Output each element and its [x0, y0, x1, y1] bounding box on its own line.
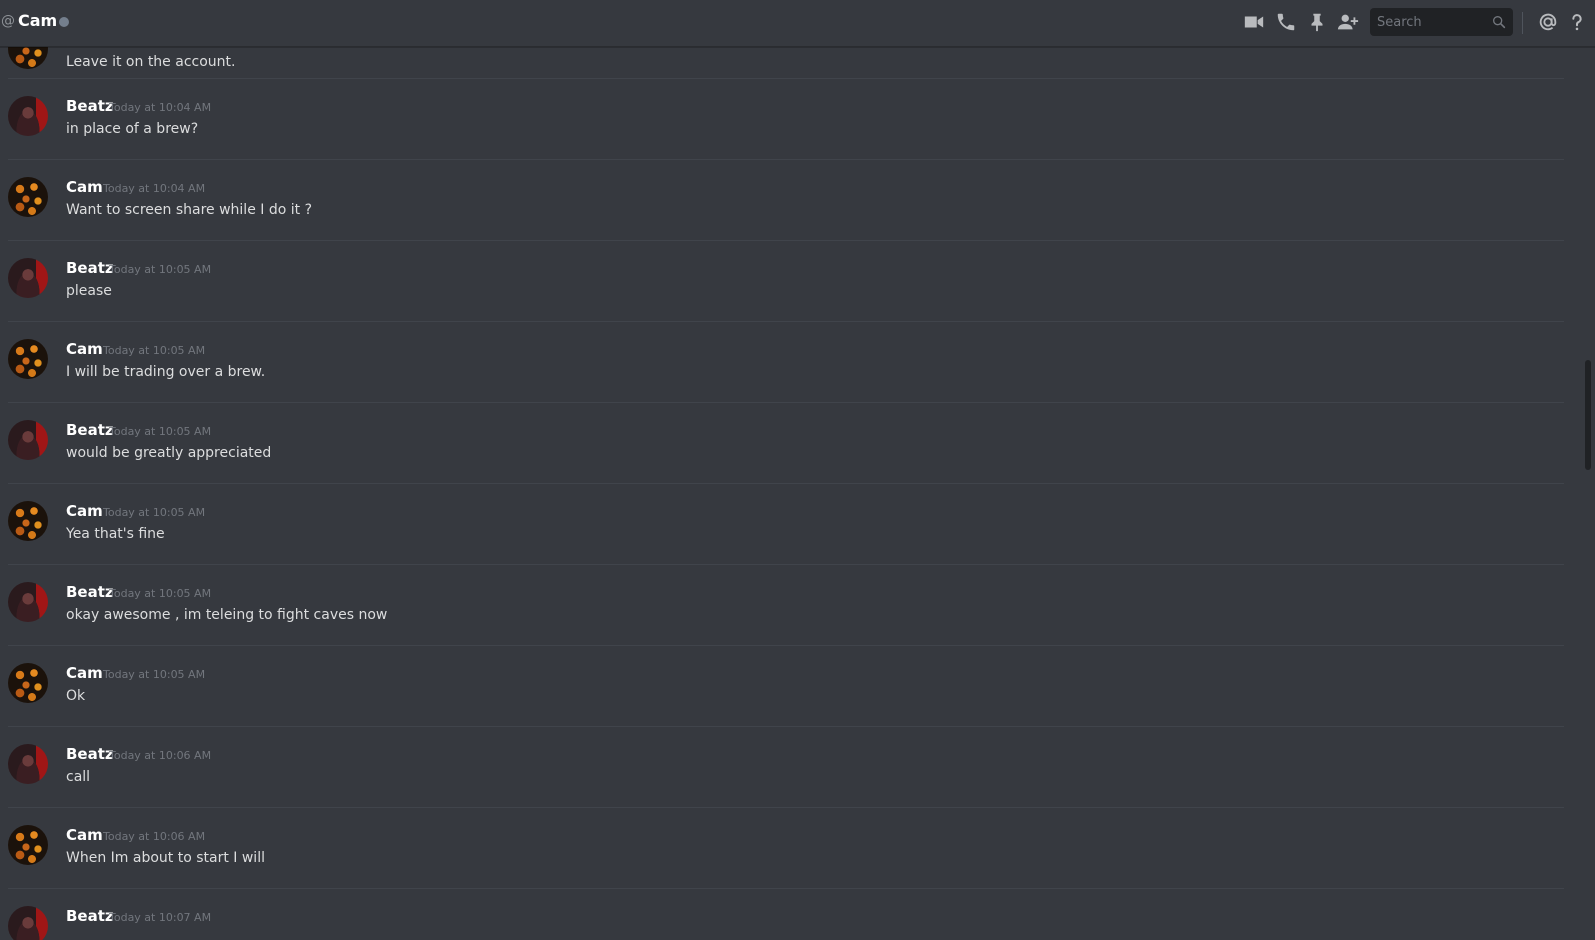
- message-content: Yea that's fine: [66, 526, 165, 542]
- message: Cam Today at 10:06 AM When Im about to s…: [8, 807, 1564, 887]
- channel-header: @ Cam: [0, 0, 1595, 47]
- avatar[interactable]: [8, 420, 48, 460]
- message-timestamp: Today at 10:07 AM: [109, 911, 212, 924]
- phone-icon[interactable]: [1275, 11, 1297, 33]
- message-divider: [8, 807, 1564, 808]
- message-divider: [8, 726, 1564, 727]
- message-author[interactable]: Cam: [66, 664, 103, 682]
- message-author[interactable]: Beatz: [66, 745, 114, 763]
- message-author[interactable]: Beatz: [66, 421, 114, 439]
- message-author[interactable]: Beatz: [66, 907, 114, 925]
- message-divider: [8, 402, 1564, 403]
- message-content: would be greatly appreciated: [66, 445, 272, 461]
- message-author[interactable]: Cam: [66, 502, 103, 520]
- help-icon[interactable]: [1566, 11, 1588, 33]
- message-content: Ok: [66, 688, 86, 704]
- pin-icon[interactable]: [1306, 11, 1328, 33]
- message-divider: [8, 321, 1564, 322]
- avatar[interactable]: [8, 744, 48, 784]
- channel-title: Cam: [18, 11, 58, 30]
- message-author[interactable]: Beatz: [66, 583, 114, 601]
- avatar[interactable]: [8, 501, 48, 541]
- message: Beatz Today at 10:05 AM please: [8, 240, 1564, 320]
- avatar[interactable]: [8, 96, 48, 136]
- message-timestamp: Today at 10:05 AM: [103, 506, 206, 519]
- message-content: okay awesome , im teleing to fight caves…: [66, 607, 388, 623]
- message: Cam Today at 10:05 AM Ok: [8, 645, 1564, 725]
- avatar[interactable]: [8, 339, 48, 379]
- message-content: please: [66, 283, 112, 299]
- message: Beatz Today at 10:04 AM in place of a br…: [8, 78, 1564, 158]
- message-timestamp: Today at 10:06 AM: [103, 830, 206, 843]
- message-divider: [8, 78, 1564, 79]
- search-icon[interactable]: [1491, 14, 1507, 30]
- message-divider: [8, 888, 1564, 889]
- message-author[interactable]: Beatz: [66, 259, 114, 277]
- message-divider: [8, 159, 1564, 160]
- message-author[interactable]: Beatz: [66, 97, 114, 115]
- message-author[interactable]: Cam: [66, 826, 103, 844]
- message-list[interactable]: Leave it on the account. Beatz Today at …: [0, 46, 1568, 940]
- message-timestamp: Today at 10:05 AM: [109, 425, 212, 438]
- message-content: When Im about to start I will: [66, 850, 265, 866]
- message: Beatz Today at 10:07 AM: [8, 888, 1564, 940]
- add-friend-icon[interactable]: [1337, 11, 1359, 33]
- message-author[interactable]: Cam: [66, 178, 103, 196]
- message: Cam Today at 10:05 AM Yea that's fine: [8, 483, 1564, 563]
- message: Beatz Today at 10:05 AM would be greatly…: [8, 402, 1564, 482]
- message-timestamp: Today at 10:06 AM: [109, 749, 212, 762]
- message-timestamp: Today at 10:04 AM: [103, 182, 206, 195]
- avatar[interactable]: [8, 582, 48, 622]
- message-divider: [8, 564, 1564, 565]
- message-content: Want to screen share while I do it ?: [66, 202, 312, 218]
- message: Cam Today at 10:04 AM Want to screen sha…: [8, 159, 1564, 239]
- status-indicator: [59, 17, 69, 27]
- avatar[interactable]: [8, 663, 48, 703]
- message-divider: [8, 483, 1564, 484]
- avatar[interactable]: [8, 258, 48, 298]
- message-content: Leave it on the account.: [66, 54, 236, 70]
- avatar[interactable]: [8, 906, 48, 940]
- at-icon: @: [1, 13, 15, 29]
- avatar[interactable]: [8, 825, 48, 865]
- message-timestamp: Today at 10:05 AM: [109, 587, 212, 600]
- message-divider: [8, 645, 1564, 646]
- scrollbar-thumb[interactable]: [1585, 360, 1591, 470]
- search-input[interactable]: [1370, 8, 1480, 36]
- avatar[interactable]: [8, 177, 48, 217]
- message-divider: [8, 240, 1564, 241]
- message-content: I will be trading over a brew.: [66, 364, 266, 380]
- mention-icon[interactable]: [1537, 11, 1559, 33]
- search-box[interactable]: [1370, 8, 1513, 36]
- message-timestamp: Today at 10:05 AM: [103, 344, 206, 357]
- message: Beatz Today at 10:05 AM okay awesome , i…: [8, 564, 1564, 644]
- message: Cam Today at 10:05 AM I will be trading …: [8, 321, 1564, 401]
- message: Beatz Today at 10:06 AM call: [8, 726, 1564, 806]
- message-timestamp: Today at 10:04 AM: [109, 101, 212, 114]
- header-divider: [1522, 12, 1523, 34]
- message-timestamp: Today at 10:05 AM: [103, 668, 206, 681]
- message-content: call: [66, 769, 91, 785]
- avatar[interactable]: [8, 46, 48, 69]
- message-content: in place of a brew?: [66, 121, 199, 137]
- message-author[interactable]: Cam: [66, 340, 103, 358]
- message-timestamp: Today at 10:05 AM: [109, 263, 212, 276]
- video-camera-icon[interactable]: [1243, 11, 1265, 33]
- scrollbar-track[interactable]: [1582, 46, 1590, 940]
